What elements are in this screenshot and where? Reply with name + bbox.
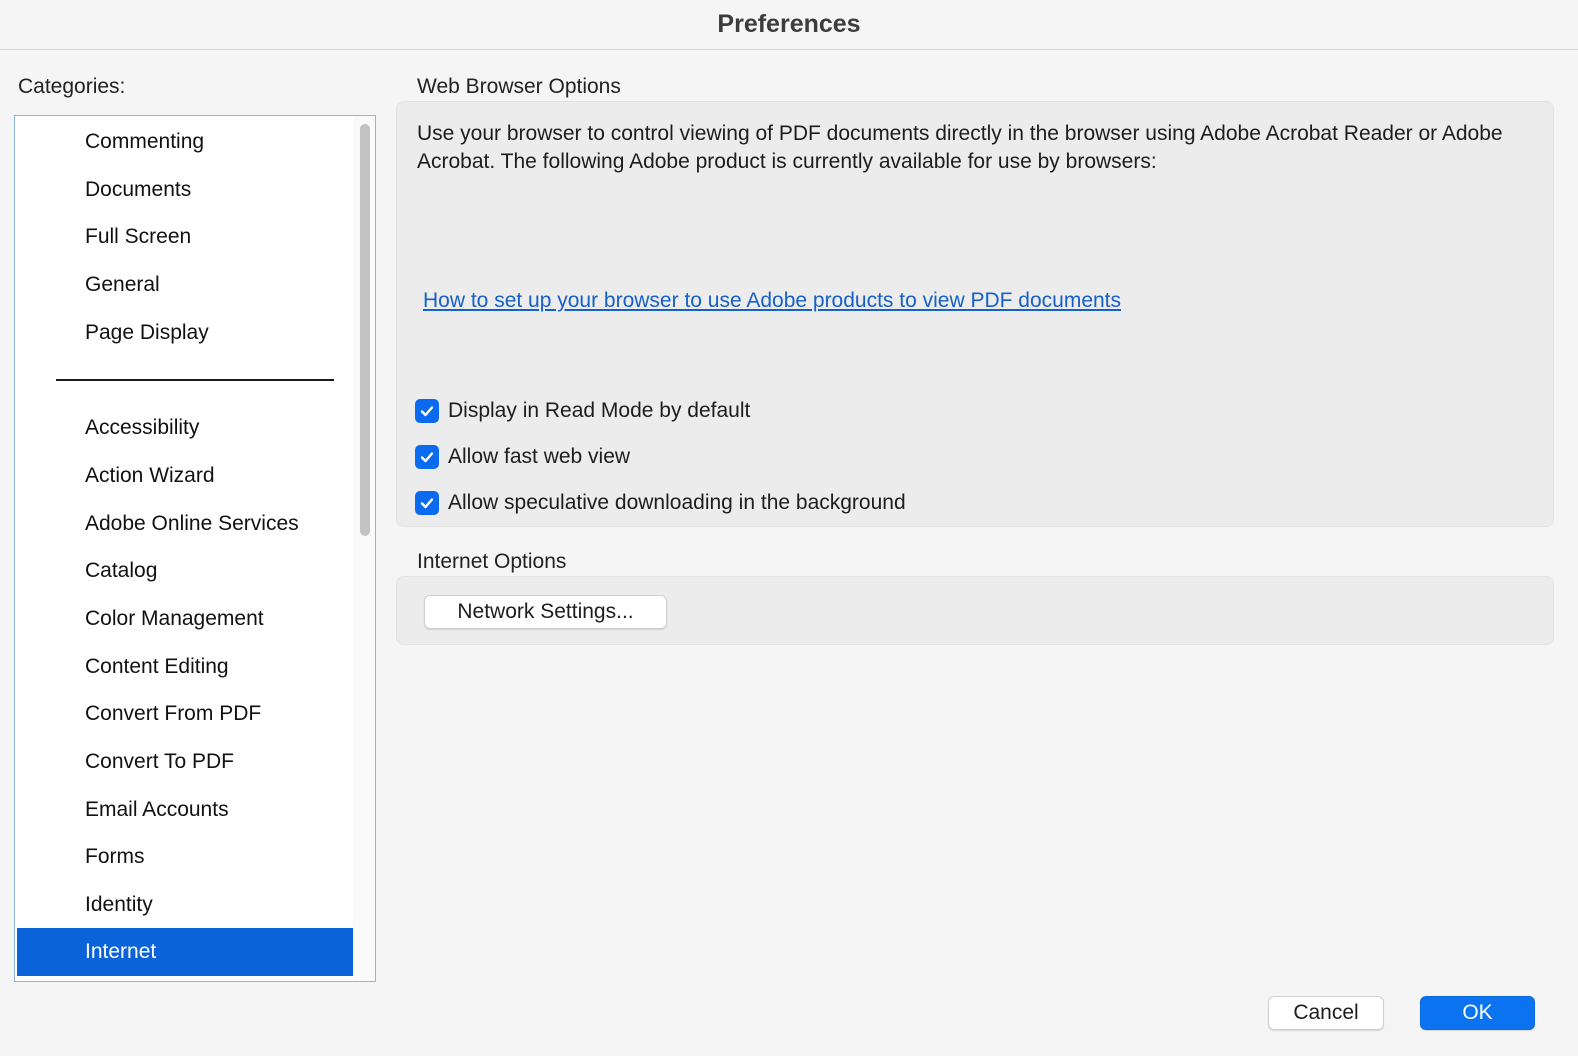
category-internet[interactable]: Internet xyxy=(17,928,353,976)
category-full-screen[interactable]: Full Screen xyxy=(17,213,353,261)
category-adobe-online-services[interactable]: Adobe Online Services xyxy=(17,500,353,548)
read-mode-checkbox[interactable] xyxy=(415,399,439,423)
fast-web-view-option[interactable]: Allow fast web view xyxy=(415,444,630,470)
cancel-button[interactable]: Cancel xyxy=(1268,996,1384,1030)
category-catalog[interactable]: Catalog xyxy=(17,547,353,595)
fast-web-view-checkbox[interactable] xyxy=(415,445,439,469)
ok-button[interactable]: OK xyxy=(1420,996,1535,1030)
scrollbar-thumb[interactable] xyxy=(360,124,370,536)
checkmark-icon xyxy=(420,406,434,417)
category-content-editing[interactable]: Content Editing xyxy=(17,643,353,691)
web-browser-options-heading: Web Browser Options xyxy=(417,75,621,98)
category-accessibility[interactable]: Accessibility xyxy=(17,404,353,452)
checkmark-icon xyxy=(420,498,434,509)
categories-list[interactable]: Commenting Documents Full Screen General… xyxy=(14,115,376,982)
speculative-download-label: Allow speculative downloading in the bac… xyxy=(448,491,906,514)
category-email-accounts[interactable]: Email Accounts xyxy=(17,786,353,834)
categories-label: Categories: xyxy=(18,75,126,98)
read-mode-option[interactable]: Display in Read Mode by default xyxy=(415,398,750,424)
category-separator xyxy=(56,379,334,381)
internet-options-heading: Internet Options xyxy=(417,550,567,573)
fast-web-view-label: Allow fast web view xyxy=(448,445,631,468)
window-title: Preferences xyxy=(717,10,861,38)
title-bar: Preferences xyxy=(0,0,1578,50)
speculative-download-checkbox[interactable] xyxy=(415,491,439,515)
category-forms[interactable]: Forms xyxy=(17,833,353,881)
category-action-wizard[interactable]: Action Wizard xyxy=(17,452,353,500)
speculative-download-option[interactable]: Allow speculative downloading in the bac… xyxy=(415,490,906,516)
category-convert-from-pdf[interactable]: Convert From PDF xyxy=(17,690,353,738)
category-color-management[interactable]: Color Management xyxy=(17,595,353,643)
category-identity[interactable]: Identity xyxy=(17,881,353,929)
category-documents[interactable]: Documents xyxy=(17,166,353,214)
checkmark-icon xyxy=(420,452,434,463)
category-general[interactable]: General xyxy=(17,261,353,309)
category-page-display[interactable]: Page Display xyxy=(17,309,353,357)
category-convert-to-pdf[interactable]: Convert To PDF xyxy=(17,738,353,786)
category-commenting[interactable]: Commenting xyxy=(17,118,353,166)
categories-scrollbar[interactable] xyxy=(353,116,375,981)
browser-setup-help-link[interactable]: How to set up your browser to use Adobe … xyxy=(423,289,1121,313)
read-mode-label: Display in Read Mode by default xyxy=(448,399,751,422)
network-settings-button[interactable]: Network Settings... xyxy=(424,595,667,629)
web-browser-description: Use your browser to control viewing of P… xyxy=(417,122,1503,173)
